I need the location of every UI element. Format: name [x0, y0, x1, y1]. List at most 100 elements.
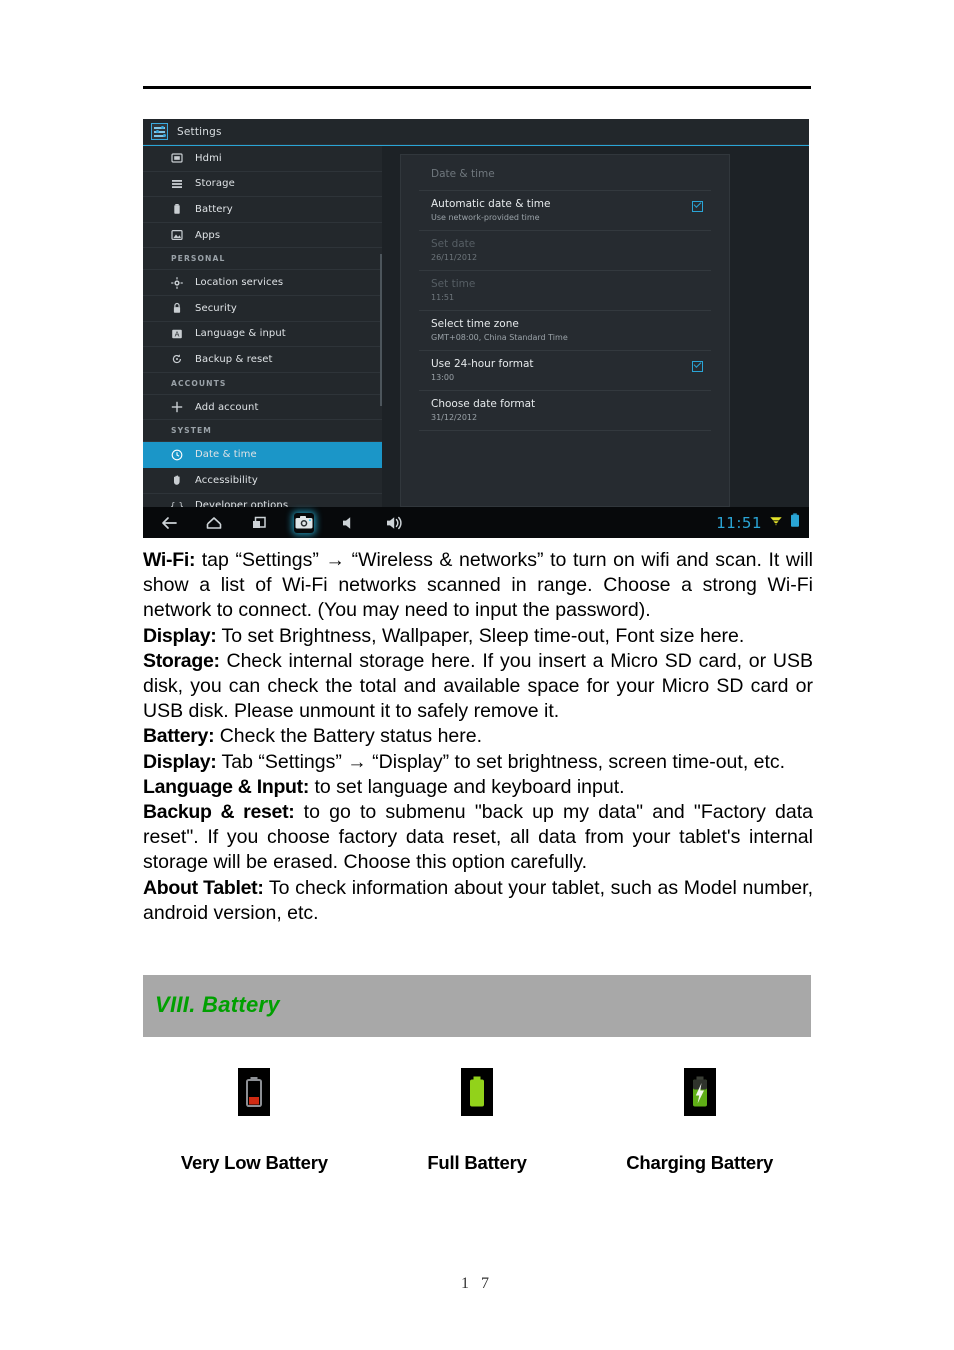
- sidebar-item-label: Hdmi: [195, 152, 222, 164]
- sidebar-item-label: Accessibility: [195, 474, 258, 486]
- figure-caption: Charging Battery: [626, 1152, 774, 1173]
- detail-row-subtitle: Use network-provided time: [431, 213, 540, 222]
- clock-icon: [171, 449, 183, 461]
- back-icon[interactable]: [159, 513, 179, 533]
- sidebar-item-accessibility[interactable]: Accessibility: [143, 468, 382, 494]
- section-heading: VIII. Battery: [155, 992, 280, 1017]
- detail-row-subtitle: 13:00: [431, 373, 455, 382]
- navigation-buttons: [143, 513, 404, 533]
- battery-icon: [171, 203, 183, 215]
- paragraph-term: Backup & reset:: [143, 801, 295, 824]
- paragraph-backup-reset: Backup & reset: to go to submenu "back u…: [143, 800, 813, 876]
- paragraph-language-input: Language & Input: to set language and ke…: [143, 775, 813, 800]
- detail-row-set-date[interactable]: Set date 26/11/2012: [419, 230, 711, 270]
- figure-charging-battery: Charging Battery: [588, 1068, 811, 1174]
- battery-full-icon: [461, 1068, 493, 1116]
- detail-row-subtitle: 26/11/2012: [431, 253, 478, 262]
- checkbox-checked-icon[interactable]: [692, 361, 703, 372]
- sidebar-item-label: Apps: [195, 229, 221, 241]
- paragraph-term: Display:: [143, 624, 217, 647]
- sidebar-item-label: Storage: [195, 178, 235, 190]
- paragraph-body: Check the Battery status here.: [214, 725, 483, 748]
- sidebar-item-add-account[interactable]: Add account: [143, 395, 382, 421]
- paragraph-body: Tab “Settings” → “Display” to set bright…: [216, 750, 786, 773]
- detail-row-select-time-zone[interactable]: Select time zone GMT+08:00, China Standa…: [419, 310, 711, 350]
- battery-charging-icon: [683, 1068, 716, 1116]
- sidebar-item-date-time[interactable]: Date & time: [143, 442, 382, 468]
- paragraph-term: Wi-Fi:: [143, 549, 196, 571]
- detail-row-title: Use 24-hour format: [431, 358, 534, 370]
- sidebar-item-label: Developer options: [195, 500, 289, 507]
- sidebar-item-backup-reset[interactable]: Backup & reset: [143, 347, 382, 373]
- language-icon: A: [171, 328, 183, 340]
- sidebar-item-apps[interactable]: Apps: [143, 223, 382, 249]
- battery-figure-row: Very Low Battery Full Battery Charging B…: [143, 1068, 811, 1174]
- android-settings-screenshot: Settings Hdmi Storage Battery Apps PERSO…: [143, 119, 809, 538]
- detail-row-automatic-date-time[interactable]: Automatic date & time Use network-provid…: [419, 190, 711, 230]
- developer-options-icon: { }: [171, 500, 183, 507]
- settings-sidebar[interactable]: Hdmi Storage Battery Apps PERSONAL Locat…: [143, 146, 382, 507]
- paragraph-body: to set language and keyboard input.: [309, 775, 625, 798]
- detail-row-title: Choose date format: [431, 398, 536, 410]
- figure-caption: Very Low Battery: [180, 1152, 328, 1173]
- sidebar-item-storage[interactable]: Storage: [143, 172, 382, 198]
- detail-row-subtitle: 11:51: [431, 293, 455, 302]
- paragraph-term: Battery:: [143, 725, 215, 748]
- detail-row-set-time[interactable]: Set time 11:51: [419, 270, 711, 310]
- lock-icon: [171, 302, 183, 314]
- android-system-bar: 11:51: [143, 507, 809, 538]
- plus-icon: [171, 401, 183, 413]
- home-icon[interactable]: [204, 513, 224, 533]
- sidebar-item-label: Add account: [195, 401, 259, 413]
- sidebar-header-system: SYSTEM: [143, 420, 382, 443]
- checkbox-checked-icon[interactable]: [692, 201, 703, 212]
- sidebar-item-language-input[interactable]: A Language & input: [143, 322, 382, 348]
- manual-body-text: Wi-Fi: tap “Settings” → “Wireless & netw…: [143, 548, 813, 926]
- backup-reset-icon: [171, 353, 183, 365]
- detail-row-title: Set date: [431, 238, 476, 250]
- sidebar-item-developer-options[interactable]: { } Developer options: [143, 494, 382, 507]
- volume-up-icon[interactable]: [384, 513, 404, 533]
- detail-row-use-24-hour-format[interactable]: Use 24-hour format 13:00: [419, 350, 711, 390]
- paragraph-about-tablet: About Tablet: To check information about…: [143, 876, 813, 926]
- sidebar-item-label: Language & input: [195, 328, 286, 340]
- storage-icon: [171, 178, 183, 190]
- sidebar-item-location-services[interactable]: Location services: [143, 270, 382, 296]
- paragraph-battery: Battery: Check the Battery status here.: [143, 724, 813, 749]
- location-icon: [171, 276, 183, 289]
- detail-panel-title: Date & time: [431, 168, 495, 180]
- paragraph-term: About Tablet:: [143, 876, 264, 899]
- status-clock: 11:51: [716, 513, 762, 532]
- detail-row-bottom-divider: [419, 430, 711, 456]
- settings-sliders-icon: [151, 123, 168, 140]
- date-time-detail-panel: Date & time Automatic date & time Use ne…: [400, 154, 730, 507]
- sidebar-item-battery[interactable]: Battery: [143, 197, 382, 223]
- header-rule: [143, 86, 811, 89]
- paragraph-storage: Storage: Check internal storage here. If…: [143, 649, 813, 725]
- apps-icon: [171, 229, 183, 241]
- sidebar-item-label: Location services: [195, 277, 284, 289]
- sidebar-header-accounts: ACCOUNTS: [143, 373, 382, 395]
- volume-down-icon[interactable]: [339, 513, 359, 533]
- sidebar-item-security[interactable]: Security: [143, 296, 382, 322]
- sidebar-item-hdmi[interactable]: Hdmi: [143, 146, 382, 172]
- settings-title-bar: Settings: [143, 119, 809, 145]
- sidebar-item-label: Battery: [195, 203, 233, 215]
- detail-row-subtitle: GMT+08:00, China Standard Time: [431, 333, 568, 342]
- status-area: 11:51: [716, 513, 800, 532]
- paragraph-body: Check internal storage here. If you inse…: [143, 649, 813, 723]
- detail-row-choose-date-format[interactable]: Choose date format 31/12/2012: [419, 390, 711, 430]
- figure-full-battery: Full Battery: [366, 1068, 589, 1174]
- detail-row-title: Select time zone: [431, 318, 519, 330]
- sidebar-header-personal: PERSONAL: [143, 248, 382, 271]
- detail-row-subtitle: 31/12/2012: [431, 413, 478, 422]
- paragraph-display-2: Display: Tab “Settings” → “Display” to s…: [143, 750, 813, 775]
- accessibility-hand-icon: [171, 474, 183, 486]
- page-number: 1 7: [461, 1275, 493, 1292]
- sidebar-item-label: Security: [195, 302, 237, 314]
- paragraph-wifi: Wi-Fi: tap “Settings” → “Wireless & netw…: [143, 548, 813, 624]
- battery-very-low-icon: [238, 1068, 271, 1116]
- recents-icon[interactable]: [249, 513, 269, 533]
- camera-icon[interactable]: [294, 513, 314, 533]
- battery-status-icon: [790, 513, 800, 532]
